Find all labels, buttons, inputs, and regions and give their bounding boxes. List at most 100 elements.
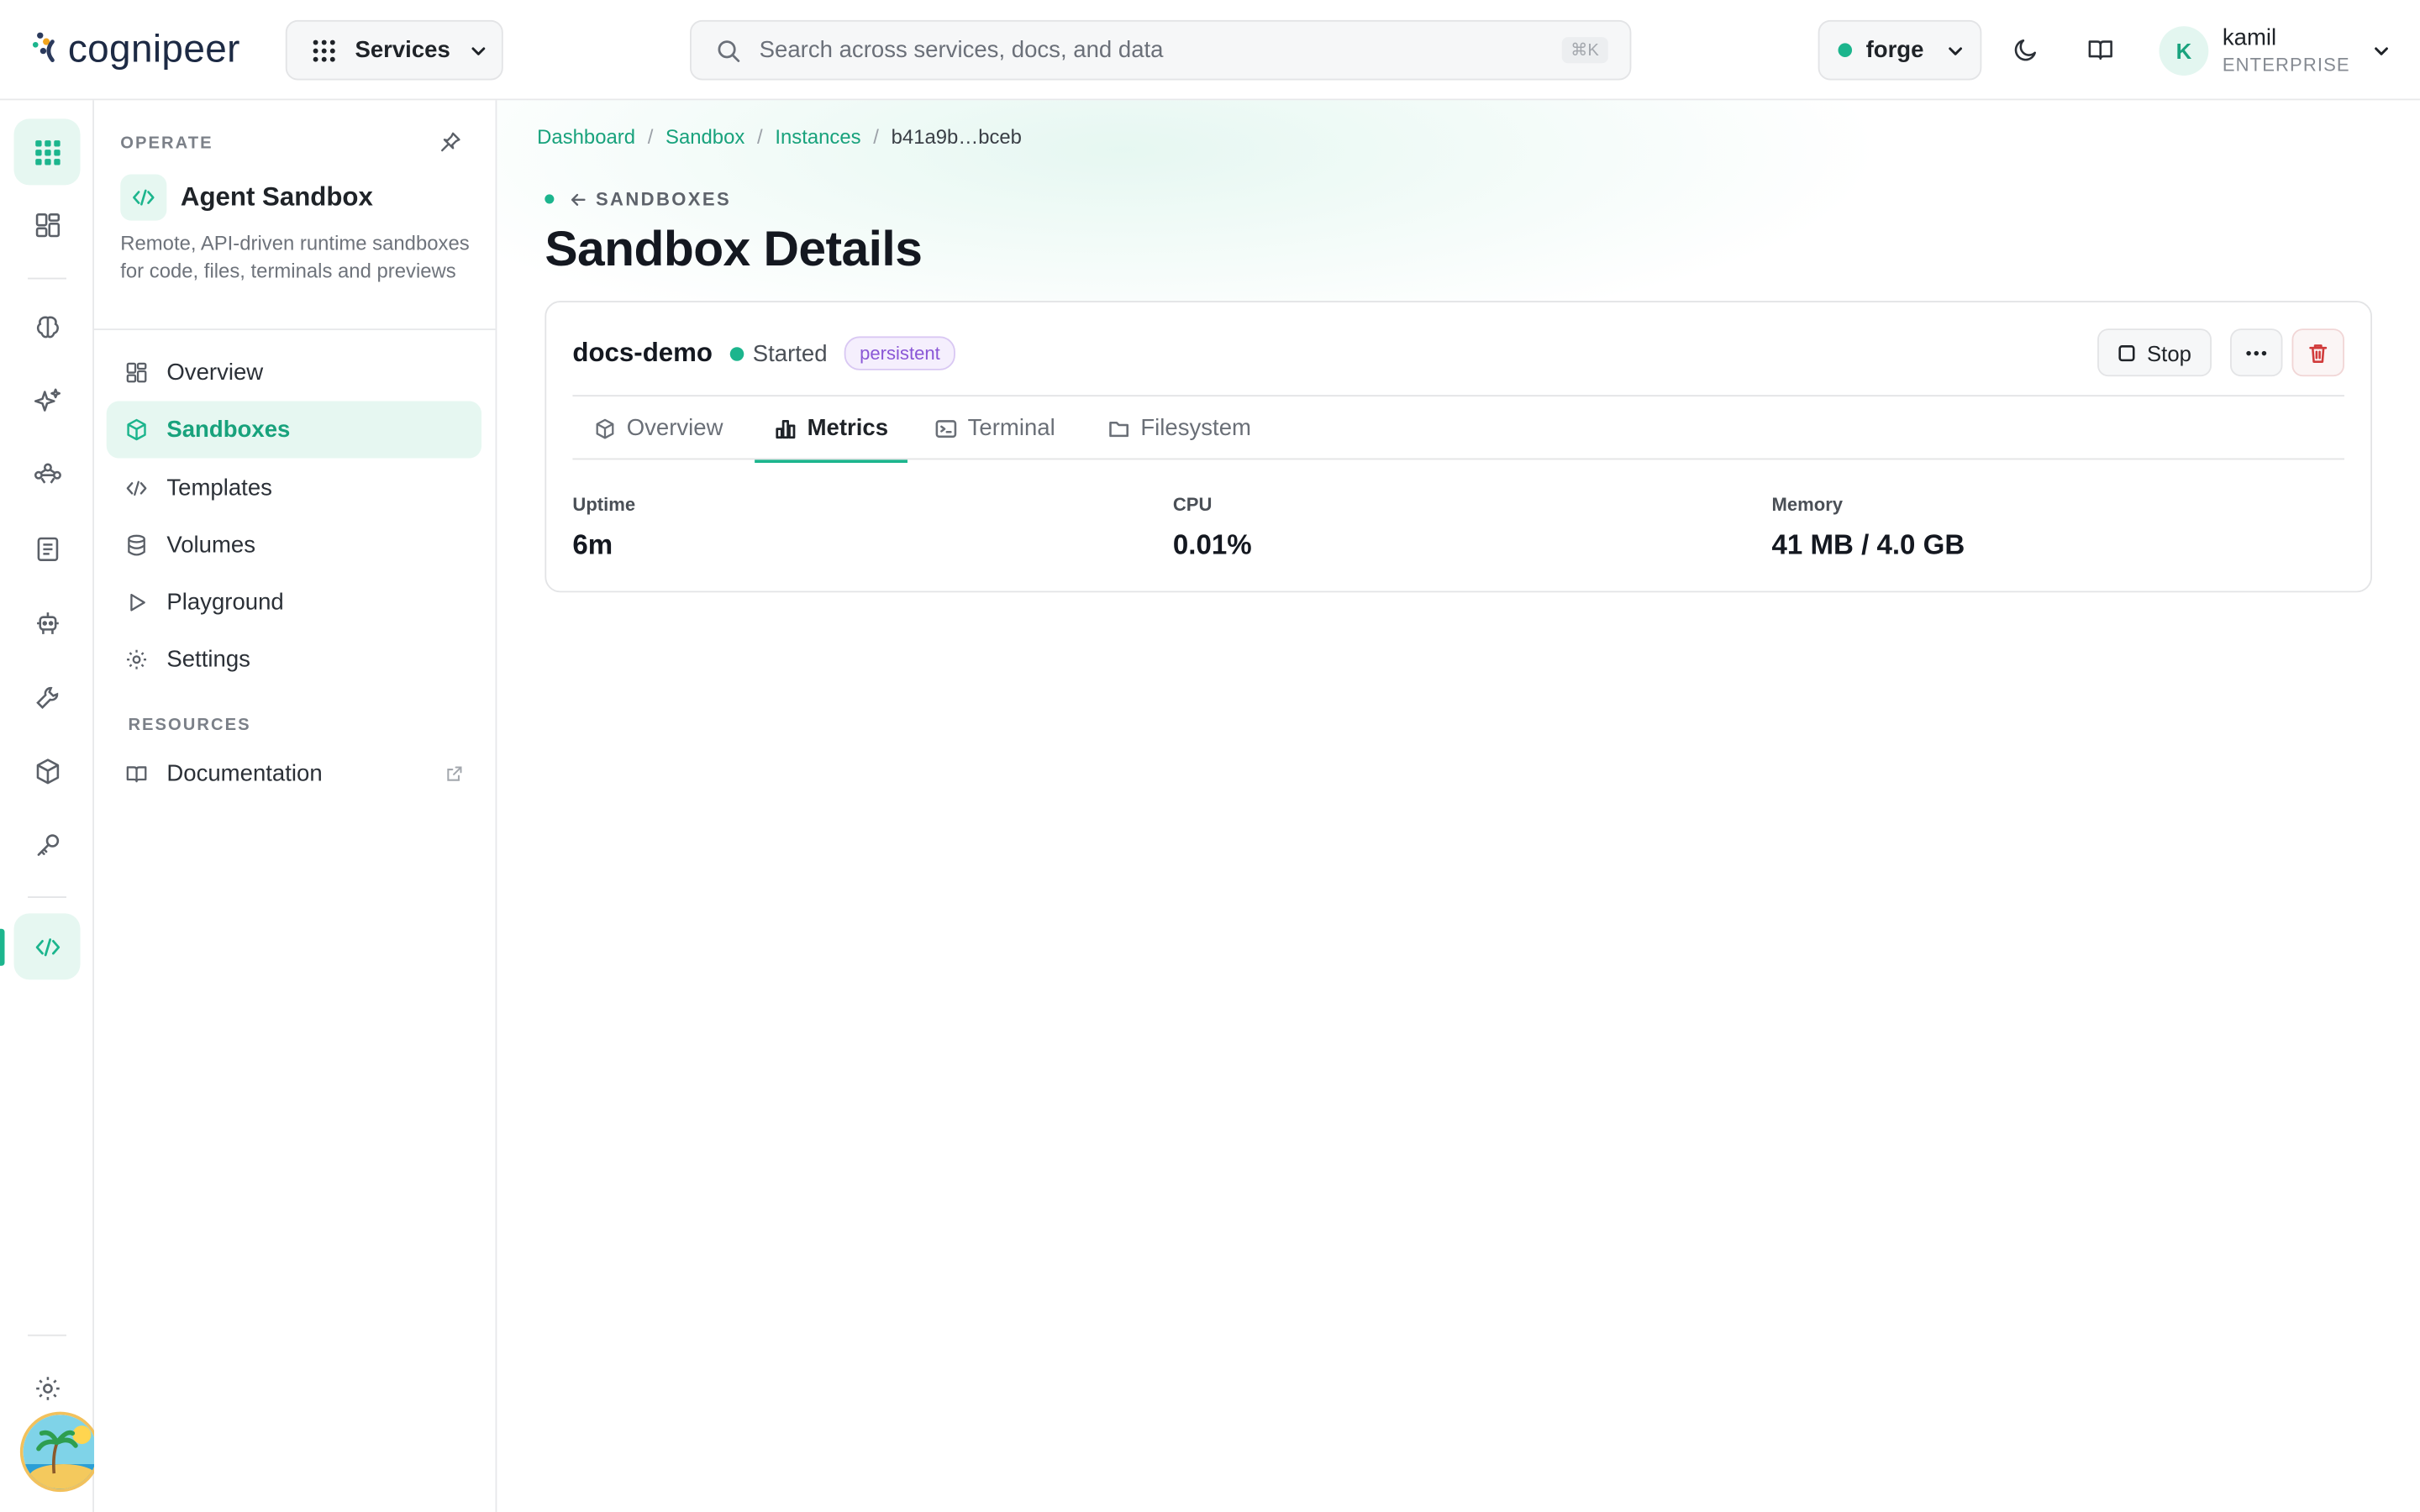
stop-button[interactable]: Stop <box>2097 328 2212 377</box>
bar-chart-icon <box>776 419 796 438</box>
environment-label: forge <box>1865 37 1924 64</box>
rail-apps[interactable] <box>13 118 81 186</box>
sidebar-item-templates[interactable]: Templates <box>107 459 481 517</box>
rail-keys[interactable] <box>14 811 81 878</box>
environment-selector[interactable]: forge <box>1818 19 1982 81</box>
tab-overview[interactable]: Overview <box>594 396 723 459</box>
search-shortcut: ⌘K <box>1561 37 1608 64</box>
book-open-icon <box>2088 40 2112 60</box>
metric-value: 6m <box>572 528 613 560</box>
metric-label: Memory <box>1771 493 1844 516</box>
sandbox-name: docs-demo <box>572 338 713 368</box>
tab-label: Filesystem <box>1140 415 1251 442</box>
rail-dashboard[interactable] <box>14 192 81 258</box>
persistent-badge: persistent <box>844 336 956 370</box>
breadcrumb-dashboard[interactable]: Dashboard <box>537 125 635 149</box>
document-icon <box>36 536 58 561</box>
tab-label: Metrics <box>807 415 889 442</box>
docs-button[interactable] <box>2082 31 2119 68</box>
logo-mark-icon <box>32 32 55 63</box>
page-title: Sandbox Details <box>544 220 923 276</box>
logo[interactable]: cognipeer <box>31 24 240 76</box>
app-icon <box>120 174 167 221</box>
breadcrumb-current: b41a9b…bceb <box>891 124 1022 149</box>
sandbox-header: docs-demo Started persistent <box>572 333 956 374</box>
user-name: kamil <box>2222 24 2277 51</box>
tab-filesystem[interactable]: Filesystem <box>1108 396 1251 459</box>
back-to-sandboxes[interactable]: SANDBOXES <box>544 188 731 210</box>
workflow-icon <box>34 462 60 483</box>
sidebar-item-playground[interactable]: Playground <box>107 574 481 631</box>
stop-label: Stop <box>2147 339 2191 365</box>
rail-packages[interactable] <box>14 738 81 804</box>
environment-status-dot <box>1838 43 1853 57</box>
brain-icon <box>36 315 59 338</box>
metric-value: 0.01% <box>1172 528 1252 560</box>
section-label-operate: OPERATE <box>120 134 213 153</box>
tab-metrics[interactable]: Metrics <box>755 396 908 464</box>
metric-label: Uptime <box>572 493 636 516</box>
user-plan: ENTERPRISE <box>2222 54 2350 76</box>
sidebar: OPERATE Agent Sandbox Remote, API-driven… <box>94 100 497 1512</box>
robot-icon <box>36 612 58 633</box>
profile-avatar[interactable] <box>19 1411 101 1493</box>
metric-label: CPU <box>1172 493 1213 516</box>
folder-icon <box>1109 421 1128 437</box>
pin-icon[interactable] <box>439 131 461 153</box>
key-icon <box>36 833 59 855</box>
rail-workflow[interactable] <box>14 441 81 507</box>
global-search[interactable]: ⌘K <box>690 19 1632 81</box>
avatar: K <box>2159 26 2209 76</box>
tab-terminal[interactable]: Terminal <box>935 396 1055 459</box>
breadcrumb-sandbox[interactable]: Sandbox <box>666 125 744 149</box>
code-icon <box>34 937 60 956</box>
user-menu[interactable]: K kamil ENTERPRISE <box>2159 22 2391 81</box>
sidebar-item-documentation[interactable]: Documentation <box>107 745 481 802</box>
sparkles-icon <box>34 387 60 411</box>
rail-agents[interactable] <box>14 590 81 656</box>
apps-grid-icon <box>34 139 60 165</box>
metric-memory: Memory 41 MB / 4.0 GB <box>1772 494 1965 562</box>
code-icon <box>133 189 155 206</box>
services-menu-button[interactable]: Services <box>285 19 503 81</box>
moon-icon <box>2014 39 2036 61</box>
rail-ai[interactable] <box>14 367 81 433</box>
rail-brain[interactable] <box>14 293 81 360</box>
external-link-icon <box>447 766 462 781</box>
breadcrumb-instances[interactable]: Instances <box>775 125 860 149</box>
more-actions-button[interactable] <box>2230 328 2283 377</box>
rail-settings[interactable] <box>14 1355 81 1421</box>
more-horizontal-icon <box>2246 349 2267 355</box>
rail-documents[interactable] <box>14 515 81 581</box>
database-icon <box>128 534 145 556</box>
rail-tools[interactable] <box>14 664 81 730</box>
sidebar-item-label: Overview <box>166 359 264 386</box>
dark-mode-toggle[interactable] <box>2008 31 2045 68</box>
sidebar-item-label: Templates <box>166 475 272 501</box>
terminal-icon <box>935 419 957 438</box>
apps-grid-icon <box>313 39 335 61</box>
status-dot <box>729 346 744 360</box>
rail-sandbox[interactable] <box>13 913 81 980</box>
tab-label: Overview <box>626 415 723 442</box>
metric-uptime: Uptime 6m <box>572 494 635 562</box>
delete-button[interactable] <box>2291 328 2344 377</box>
status-text: Started <box>752 339 828 367</box>
trash-icon <box>2309 344 2328 363</box>
sidebar-item-label: Documentation <box>166 760 323 787</box>
sidebar-item-volumes[interactable]: Volumes <box>107 517 481 574</box>
tools-icon <box>35 685 58 709</box>
beach-avatar-icon <box>23 1415 97 1489</box>
dashboard-icon <box>34 213 60 237</box>
sidebar-item-sandboxes[interactable]: Sandboxes <box>106 401 482 459</box>
tab-label: Terminal <box>967 415 1055 442</box>
sidebar-item-settings[interactable]: Settings <box>107 631 481 688</box>
play-icon <box>130 593 145 612</box>
arrow-left-icon <box>571 192 586 206</box>
sidebar-item-overview[interactable]: Overview <box>107 344 481 402</box>
chevron-down-icon <box>471 46 485 55</box>
metric-value: 41 MB / 4.0 GB <box>1771 528 1965 560</box>
book-icon <box>126 766 147 783</box>
app-root: cognipeer Services ⌘K forge <box>0 0 2420 1512</box>
search-input[interactable] <box>759 37 1532 64</box>
